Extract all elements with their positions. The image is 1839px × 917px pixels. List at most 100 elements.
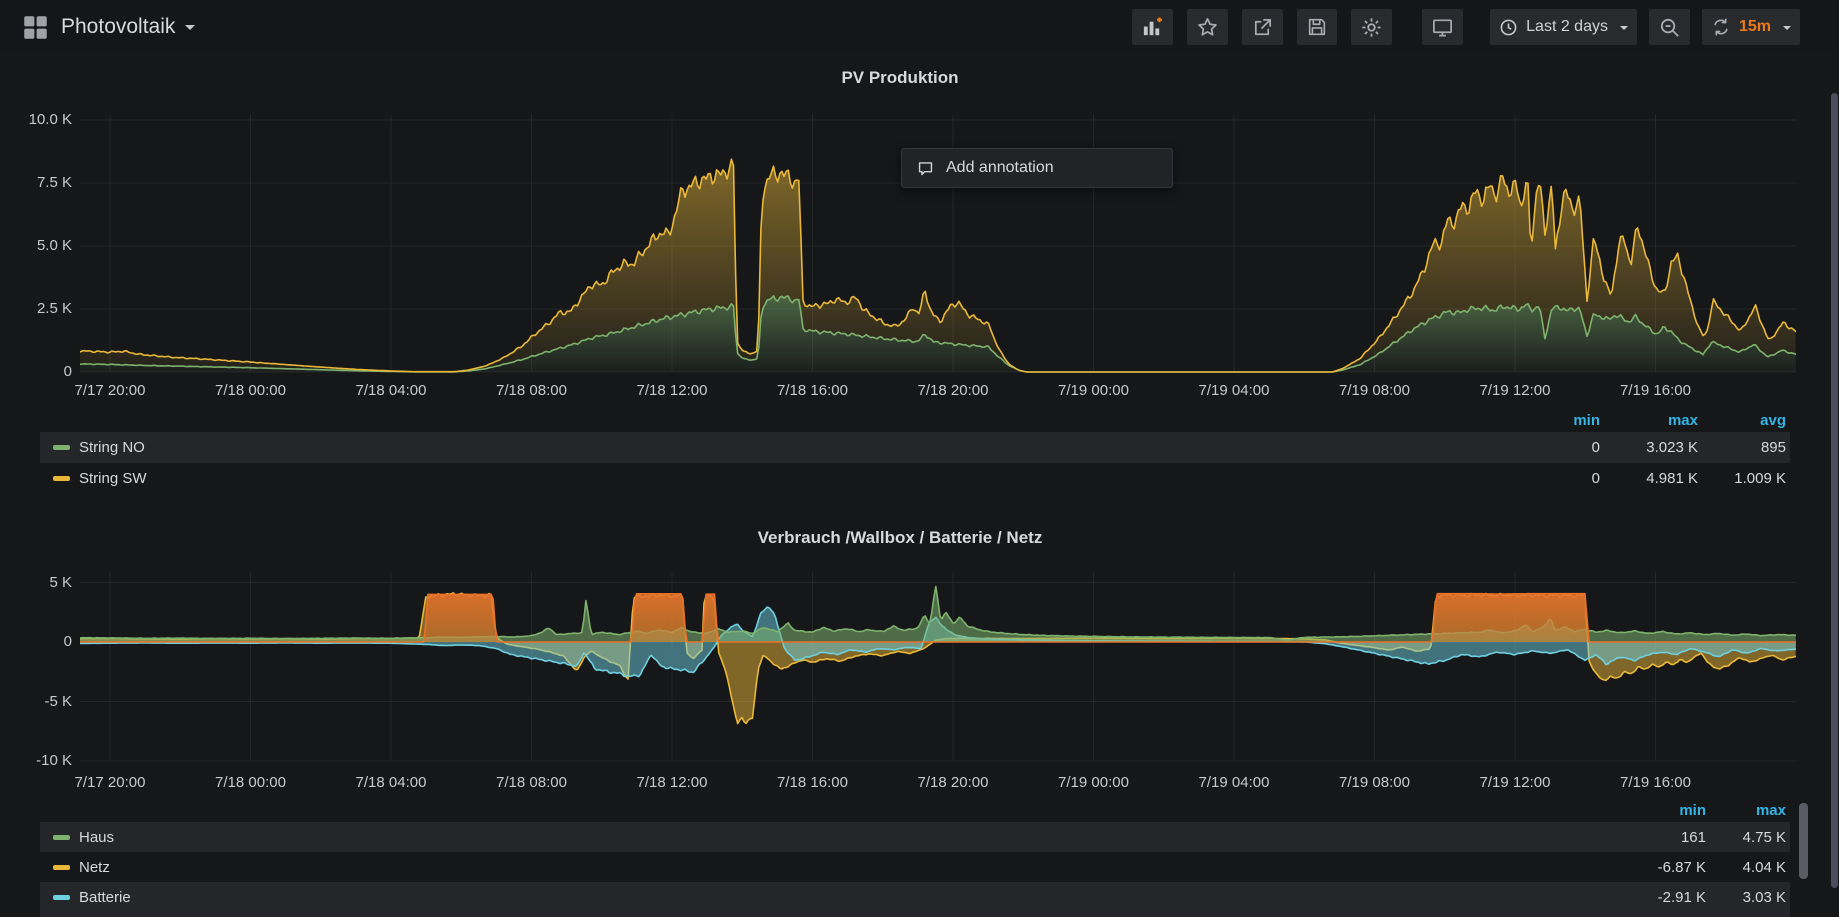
add-annotation-menu-item[interactable]: Add annotation (901, 148, 1173, 188)
y-axis-label: 10.0 K (12, 111, 72, 129)
y-axis-label: 0 (12, 633, 72, 651)
dashboards-grid-icon[interactable] (22, 14, 49, 41)
x-axis-label: 7/18 12:00 (622, 382, 722, 400)
x-axis-label: 7/17 20:00 (60, 382, 160, 400)
x-axis-label: 7/18 08:00 (482, 382, 582, 400)
x-axis-label: 7/18 00:00 (201, 382, 301, 400)
legend-header-min[interactable]: min (1490, 412, 1600, 429)
chevron-down-icon (1783, 26, 1791, 34)
x-axis-label: 7/18 12:00 (622, 774, 722, 792)
legend-stat-max: 4.04 K (1706, 859, 1786, 876)
add-annotation-label: Add annotation (946, 159, 1054, 177)
legend-stat-min: -2.91 K (1606, 889, 1706, 906)
y-axis-label: 0 (12, 363, 72, 381)
panel-title[interactable]: PV Produktion (0, 68, 1800, 88)
x-axis-label: 7/19 04:00 (1184, 774, 1284, 792)
panel-verbrauch-wallbox-batterie-netz: Verbrauch /Wallbox / Batterie / Netz 5 K… (0, 504, 1839, 917)
legend-stat-min: 0 (1490, 439, 1600, 456)
series-label: Haus (79, 829, 1606, 846)
series-label: Netz (79, 859, 1606, 876)
series-color-marker (53, 835, 70, 840)
legend-stat-max: 4.981 K (1600, 470, 1698, 487)
x-axis-label: 7/18 04:00 (341, 382, 441, 400)
legend-stat-min: 161 (1606, 829, 1706, 846)
settings-gear-button[interactable] (1351, 9, 1392, 45)
page-scrollbar-thumb[interactable] (1831, 93, 1838, 888)
x-axis-label: 7/18 16:00 (763, 382, 863, 400)
navbar-left: Photovoltaik (22, 14, 195, 41)
x-axis-label: 7/19 16:00 (1606, 382, 1706, 400)
legend-table: minmaxHaus1614.75 KNetz-6.87 K4.04 KBatt… (40, 798, 1790, 912)
x-axis-label: 7/18 04:00 (341, 774, 441, 792)
y-axis-label: 5 K (12, 574, 72, 592)
time-range-label: Last 2 days (1526, 18, 1608, 36)
grafana-dashboard: Photovoltaik (0, 0, 1839, 917)
save-button[interactable] (1297, 9, 1337, 45)
series-color-marker (53, 445, 70, 450)
refresh-interval-label: 15m (1739, 18, 1771, 36)
x-axis-label: 7/19 00:00 (1044, 382, 1144, 400)
chart-canvas[interactable] (80, 566, 1796, 774)
x-axis-label: 7/19 00:00 (1044, 774, 1144, 792)
y-axis-label: -5 K (12, 693, 72, 711)
chevron-down-icon[interactable] (185, 25, 195, 35)
time-range-picker[interactable]: Last 2 days (1490, 9, 1637, 45)
cycle-view-mode-button[interactable] (1422, 9, 1463, 45)
share-button[interactable] (1242, 9, 1283, 45)
x-axis-label: 7/19 08:00 (1325, 382, 1425, 400)
legend-row-partial[interactable] (40, 912, 1790, 917)
navbar-toolbar: Last 2 days 15m (1132, 9, 1800, 45)
series-color-marker (53, 895, 70, 900)
refresh-button[interactable]: 15m (1702, 9, 1800, 45)
y-axis-label: 7.5 K (12, 174, 72, 192)
x-axis-label: 7/19 12:00 (1465, 774, 1565, 792)
x-axis-label: 7/18 16:00 (763, 774, 863, 792)
y-axis-label: 5.0 K (12, 237, 72, 255)
legend-stat-avg: 895 (1698, 439, 1786, 456)
navbar: Photovoltaik (0, 0, 1839, 54)
legend-row[interactable]: String NO03.023 K895 (40, 432, 1790, 463)
legend-table: minmaxavgString NO03.023 K895String SW04… (40, 408, 1790, 494)
y-axis-label: -10 K (12, 752, 72, 770)
legend-row[interactable]: Batterie-2.91 K3.03 K (40, 882, 1790, 912)
series-color-marker (53, 476, 70, 481)
legend-row[interactable]: Haus1614.75 K (40, 822, 1790, 852)
x-axis-label: 7/19 08:00 (1325, 774, 1425, 792)
legend-stat-max: 3.03 K (1706, 889, 1786, 906)
x-axis-label: 7/17 20:00 (60, 774, 160, 792)
x-axis-label: 7/19 12:00 (1465, 382, 1565, 400)
x-axis-label: 7/18 00:00 (201, 774, 301, 792)
legend-header-max[interactable]: max (1706, 802, 1786, 819)
refresh-icon (1711, 17, 1731, 37)
comment-bubble-icon (916, 159, 935, 178)
x-axis-label: 7/18 08:00 (482, 774, 582, 792)
legend-stat-max: 4.75 K (1706, 829, 1786, 846)
legend-header-row: minmax (40, 798, 1790, 822)
legend-header-max[interactable]: max (1600, 412, 1698, 429)
series-color-marker (53, 865, 70, 870)
zoom-out-button[interactable] (1649, 9, 1690, 45)
legend-row[interactable]: String SW04.981 K1.009 K (40, 463, 1790, 494)
legend-stat-avg: 1.009 K (1698, 470, 1786, 487)
legend-header-min[interactable]: min (1606, 802, 1706, 819)
panel-title[interactable]: Verbrauch /Wallbox / Batterie / Netz (0, 528, 1800, 548)
add-panel-button[interactable] (1132, 9, 1173, 45)
star-button[interactable] (1187, 9, 1228, 45)
legend-header-avg[interactable]: avg (1698, 412, 1786, 429)
legend-stat-min: -6.87 K (1606, 859, 1706, 876)
chevron-down-icon (1620, 26, 1628, 34)
x-axis-label: 7/18 20:00 (903, 774, 1003, 792)
y-axis-label: 2.5 K (12, 300, 72, 318)
series-label: String SW (79, 470, 1490, 487)
x-axis-label: 7/18 20:00 (903, 382, 1003, 400)
legend-scrollbar-thumb[interactable] (1799, 803, 1808, 879)
x-axis-label: 7/19 04:00 (1184, 382, 1284, 400)
clock-icon (1499, 18, 1518, 37)
dashboard-title[interactable]: Photovoltaik (61, 15, 175, 39)
legend-stat-min: 0 (1490, 470, 1600, 487)
legend-row[interactable]: Netz-6.87 K4.04 K (40, 852, 1790, 882)
series-label: String NO (79, 439, 1490, 456)
series-label: Batterie (79, 889, 1606, 906)
x-axis-label: 7/19 16:00 (1606, 774, 1706, 792)
legend-header-row: minmaxavg (40, 408, 1790, 432)
